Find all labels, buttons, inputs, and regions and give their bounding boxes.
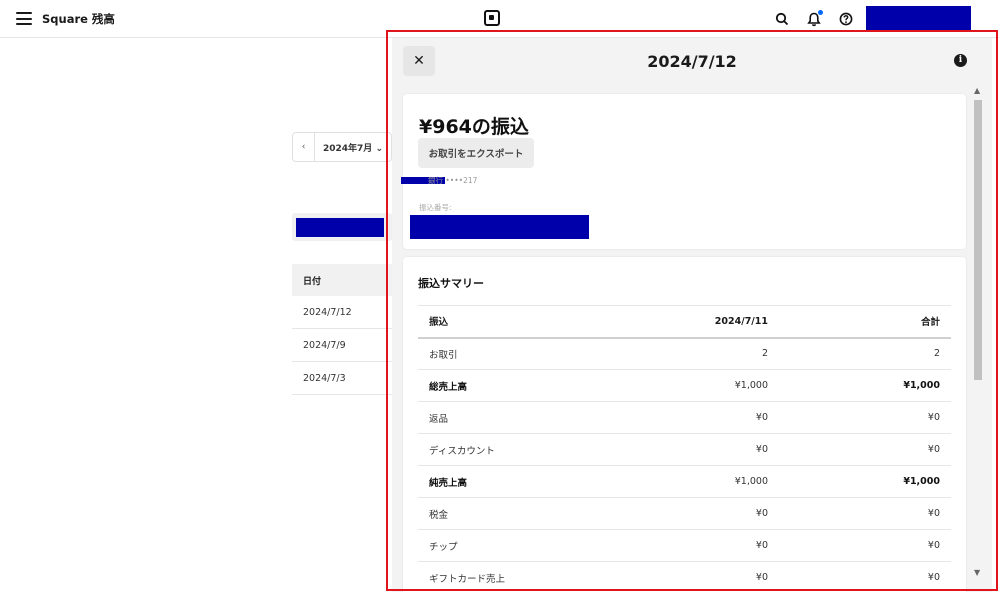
menu-icon[interactable] bbox=[16, 12, 32, 25]
row-value-date: ¥0 bbox=[618, 529, 768, 562]
scroll-thumb[interactable] bbox=[974, 100, 982, 380]
table-row[interactable]: 2024/7/3 bbox=[292, 362, 392, 395]
row-value-date: ¥0 bbox=[618, 433, 768, 466]
row-value-total: ¥1,000 bbox=[768, 465, 951, 498]
bank-account-line: 銀行 ••••217 bbox=[428, 176, 478, 185]
panel-scrollbar[interactable]: ▲ ▼ bbox=[972, 86, 984, 580]
bell-icon[interactable] bbox=[805, 10, 823, 28]
panel-header: ✕ 2024/7/12 i bbox=[392, 38, 992, 86]
row-value-date: ¥1,000 bbox=[618, 369, 768, 402]
app-title: Square 残高 bbox=[42, 12, 115, 26]
prev-month-icon[interactable]: ‹ bbox=[293, 133, 315, 161]
row-label: 純売上高 bbox=[418, 465, 618, 498]
header-transfer: 振込 bbox=[418, 305, 618, 339]
row-value-total: ¥1,000 bbox=[768, 369, 951, 402]
summary-row: チップ ¥0 ¥0 bbox=[418, 529, 951, 562]
table-header-date: 日付 bbox=[292, 264, 392, 296]
scroll-up-icon[interactable]: ▲ bbox=[974, 86, 980, 95]
help-icon[interactable] bbox=[837, 10, 855, 28]
row-value-date: 2 bbox=[618, 337, 768, 370]
summary-row: 税金 ¥0 ¥0 bbox=[418, 497, 951, 530]
header-date: 2024/7/11 bbox=[618, 305, 768, 339]
summary-header-row: 振込 2024/7/11 合計 bbox=[418, 305, 951, 339]
row-label: 返品 bbox=[418, 401, 618, 434]
row-value-total: ¥0 bbox=[768, 529, 951, 562]
summary-row: ディスカウント ¥0 ¥0 bbox=[418, 433, 951, 466]
summary-row: ギフトカード売上 ¥0 ¥0 bbox=[418, 561, 951, 592]
redacted-block bbox=[296, 218, 384, 237]
transfer-number-label: 振込番号: bbox=[419, 203, 452, 212]
row-value-date: ¥0 bbox=[618, 401, 768, 434]
row-value-total: ¥0 bbox=[768, 561, 951, 592]
square-logo-icon[interactable] bbox=[484, 10, 500, 26]
row-value-total: 2 bbox=[768, 337, 951, 370]
header-total: 合計 bbox=[768, 305, 951, 339]
row-value-date: ¥1,000 bbox=[618, 465, 768, 498]
transfer-number-redacted bbox=[410, 215, 589, 239]
summary-row: 総売上高 ¥1,000 ¥1,000 bbox=[418, 369, 951, 402]
month-picker[interactable]: ‹ 2024年7月 ⌄ bbox=[292, 132, 392, 162]
summary-title: 振込サマリー bbox=[418, 277, 484, 290]
row-value-total: ¥0 bbox=[768, 401, 951, 434]
row-label: チップ bbox=[418, 529, 618, 562]
row-value-date: ¥0 bbox=[618, 561, 768, 592]
table-row[interactable]: 2024/7/9 bbox=[292, 329, 392, 362]
row-label: ギフトカード売上 bbox=[418, 561, 618, 592]
info-icon[interactable]: i bbox=[954, 54, 967, 67]
summary-row: お取引 2 2 bbox=[418, 337, 951, 370]
month-label[interactable]: 2024年7月 ⌄ bbox=[315, 141, 383, 154]
search-icon[interactable] bbox=[773, 10, 791, 28]
scroll-down-icon[interactable]: ▼ bbox=[974, 568, 980, 577]
notification-dot bbox=[818, 10, 823, 15]
deposit-detail-panel: ✕ 2024/7/12 i ¥964の振込 お取引をエクスポート 銀行 ••••… bbox=[392, 38, 992, 592]
row-label: 総売上高 bbox=[418, 369, 618, 402]
panel-title: 2024/7/12 bbox=[647, 52, 737, 71]
row-label: ディスカウント bbox=[418, 433, 618, 466]
row-label: お取引 bbox=[418, 337, 618, 370]
export-transactions-button[interactable]: お取引をエクスポート bbox=[418, 138, 534, 168]
summary-table: 振込 2024/7/11 合計 お取引 2 2 総売上高 ¥1,000 ¥1,0… bbox=[418, 305, 951, 592]
summary-row: 純売上高 ¥1,000 ¥1,000 bbox=[418, 465, 951, 498]
top-bar: Square 残高 bbox=[0, 0, 999, 38]
row-value-total: ¥0 bbox=[768, 497, 951, 530]
account-button-redacted[interactable] bbox=[866, 6, 971, 31]
row-value-total: ¥0 bbox=[768, 433, 951, 466]
summary-card: 振込サマリー 振込 2024/7/11 合計 お取引 2 2 総売上高 ¥1,0… bbox=[403, 257, 966, 592]
deposit-amount-title: ¥964の振込 bbox=[419, 116, 529, 138]
deposit-card: ¥964の振込 お取引をエクスポート 銀行 ••••217 振込番号: bbox=[401, 94, 966, 249]
row-value-date: ¥0 bbox=[618, 497, 768, 530]
table-row[interactable]: 2024/7/12 bbox=[292, 296, 392, 329]
summary-row: 返品 ¥0 ¥0 bbox=[418, 401, 951, 434]
row-label: 税金 bbox=[418, 497, 618, 530]
